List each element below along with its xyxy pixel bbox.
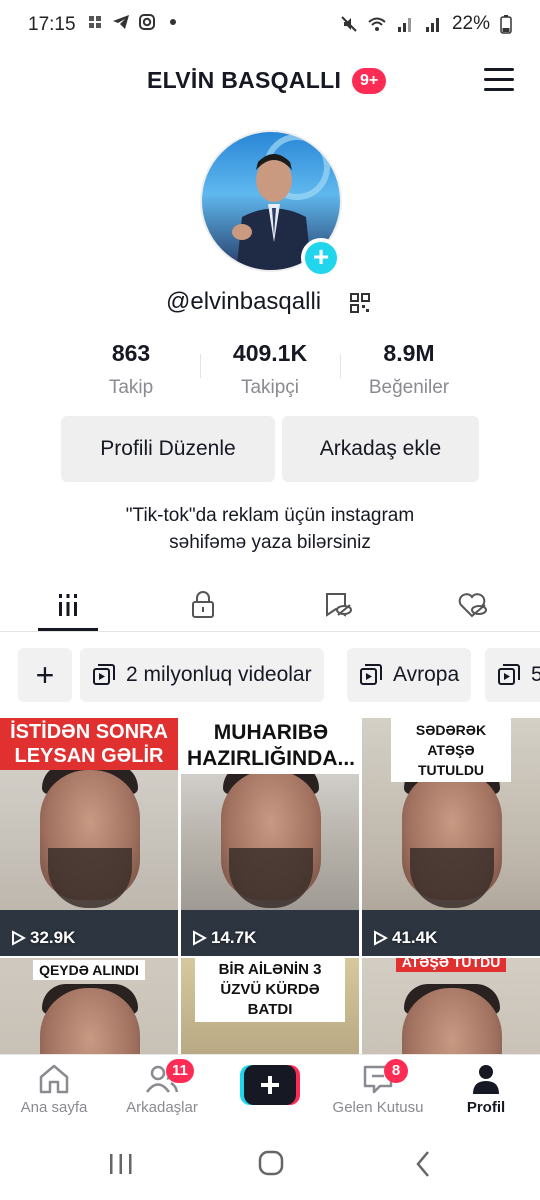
tab-private[interactable] — [135, 578, 270, 632]
video-caption: ATƏŞƏ TUTDU — [362, 958, 540, 972]
playlist-icon — [498, 664, 520, 685]
battery-percent: 22% — [451, 13, 490, 34]
stat-likes-label: Beğeniler — [368, 377, 450, 398]
video-caption: İSTİDƏN SONRA LEYSAN GƏLİR — [0, 718, 178, 770]
playlist-icon — [93, 664, 115, 685]
playlist-name: Avropa — [393, 663, 460, 686]
menu-icon[interactable] — [484, 68, 514, 92]
dot-icon — [170, 19, 176, 25]
video-thumbnail[interactable]: BİR AİLƏNİN 3 ÜZVÜ KÜRDƏ BATDI — [181, 958, 359, 1054]
content-tabs — [0, 578, 540, 632]
video-thumbnail[interactable]: ATƏŞƏ TUTDU — [362, 958, 540, 1054]
video-thumbnail[interactable]: MUHARIBƏ HAZIRLIĞINDA... 14.7K — [181, 718, 359, 956]
profile-icon — [473, 1065, 499, 1094]
stat-followers-value: 409.1K — [232, 340, 308, 366]
view-count: 41.4K — [372, 928, 437, 948]
profile-title[interactable]: ELVİN BASQALLI — [147, 67, 341, 94]
playlist-row: + 2 milyonluq videolar Avropa 5 — [0, 648, 540, 702]
playlist-chip[interactable]: 5 — [485, 648, 540, 702]
add-friend-button[interactable]: Arkadaş ekle — [282, 416, 479, 482]
plus-icon — [240, 1065, 300, 1105]
heart-hidden-icon — [458, 593, 487, 618]
tab-videos[interactable] — [0, 578, 135, 632]
video-thumbnail[interactable]: İSTİDƏN SONRA LEYSAN GƏLİR 32.9K — [0, 718, 178, 956]
video-caption: SƏDƏRƏK ATƏŞƏ TUTULDU — [362, 718, 540, 782]
stat-following[interactable]: 863 Takip — [61, 340, 201, 399]
add-avatar-button[interactable]: + — [301, 238, 341, 278]
video-caption: BİR AİLƏNİN 3 ÜZVÜ KÜRDƏ BATDI — [181, 958, 359, 1022]
status-left-icons — [86, 13, 182, 31]
playlist-icon — [360, 664, 382, 685]
bottom-navigation: Ana sayfa Arkadaşlar 11 Gelen Kutusu 8 P… — [0, 1054, 540, 1126]
status-time: 17:15 — [28, 14, 76, 35]
playlist-chip[interactable]: 2 milyonluq videolar — [80, 648, 324, 702]
nav-friends[interactable]: Arkadaşlar — [108, 1063, 216, 1116]
playlist-chip[interactable]: Avropa — [347, 648, 472, 702]
bio-line: səhifəmə yaza bilərsiniz — [169, 532, 371, 553]
nav-friends-label: Arkadaşlar — [126, 1099, 198, 1116]
bio-line: "Tik-tok"da reklam üçün instagram — [125, 505, 415, 526]
system-navigation — [0, 1126, 540, 1200]
nav-inbox-label: Gelen Kutusu — [332, 1099, 424, 1116]
tab-liked[interactable] — [405, 578, 540, 632]
stat-following-value: 863 — [111, 340, 151, 366]
playlist-name: 5 — [531, 663, 540, 686]
play-icon — [374, 930, 388, 946]
back-icon[interactable] — [414, 1150, 432, 1178]
inbox-badge: 8 — [384, 1059, 408, 1083]
nav-profile[interactable]: Profil — [432, 1063, 540, 1116]
video-thumbnail[interactable]: SƏDƏRƏK ATƏŞƏ TUTULDU 41.4K — [362, 718, 540, 956]
play-icon — [193, 930, 207, 946]
signal-icon-2 — [425, 18, 439, 32]
profile-header: ELVİN BASQALLI 9+ — [0, 52, 540, 112]
video-caption: QEYDƏ ALINDI — [0, 960, 178, 980]
bookmark-hidden-icon — [325, 593, 352, 617]
status-bar: 17:15 22% — [0, 0, 540, 52]
nav-profile-label: Profil — [466, 1099, 506, 1116]
recent-apps-icon[interactable] — [108, 1152, 134, 1176]
video-thumbnail[interactable]: QEYDƏ ALINDI — [0, 958, 178, 1054]
lock-icon — [191, 591, 214, 618]
video-caption: MUHARIBƏ HAZIRLIĞINDA... — [181, 718, 359, 774]
tab-favorites[interactable] — [270, 578, 405, 632]
telegram-icon — [113, 15, 129, 29]
active-tab-indicator — [38, 628, 98, 631]
view-count: 32.9K — [10, 928, 75, 948]
status-right-icons: 22% — [340, 13, 512, 35]
account-notification-badge[interactable]: 9+ — [352, 68, 387, 94]
video-grid: İSTİDƏN SONRA LEYSAN GƏLİR 32.9K MUHARIB… — [0, 718, 540, 1054]
home-icon — [39, 1064, 69, 1094]
create-button[interactable] — [240, 1065, 300, 1105]
nav-home[interactable]: Ana sayfa — [0, 1063, 108, 1116]
signal-icon — [397, 18, 411, 32]
stat-likes-value: 8.9M — [383, 340, 435, 366]
stat-followers-label: Takipçi — [240, 377, 300, 398]
qr-code-icon[interactable] — [350, 293, 370, 313]
view-count: 14.7K — [191, 928, 256, 948]
wifi-icon — [368, 17, 386, 31]
stat-following-label: Takip — [108, 377, 154, 398]
instagram-icon — [139, 14, 155, 30]
grid-notification-icon — [89, 16, 101, 28]
stat-followers[interactable]: 409.1K Takipçi — [200, 340, 340, 399]
nav-inbox[interactable]: Gelen Kutusu — [324, 1063, 432, 1116]
nav-home-label: Ana sayfa — [20, 1099, 88, 1116]
battery-icon — [500, 15, 512, 34]
add-playlist-button[interactable]: + — [18, 648, 72, 702]
profile-handle: @elvinbasqalli — [166, 288, 322, 315]
bio: "Tik-tok"da reklam üçün instagram səhifə… — [0, 502, 540, 556]
edit-profile-button[interactable]: Profili Düzenle — [61, 416, 275, 482]
stat-likes[interactable]: 8.9M Beğeniler — [339, 340, 479, 399]
home-button-icon[interactable] — [258, 1150, 284, 1176]
friends-badge: 11 — [166, 1059, 194, 1083]
mute-icon — [341, 16, 357, 32]
playlist-name: 2 milyonluq videolar — [126, 663, 312, 686]
grid-icon — [58, 594, 77, 616]
play-icon — [12, 930, 26, 946]
